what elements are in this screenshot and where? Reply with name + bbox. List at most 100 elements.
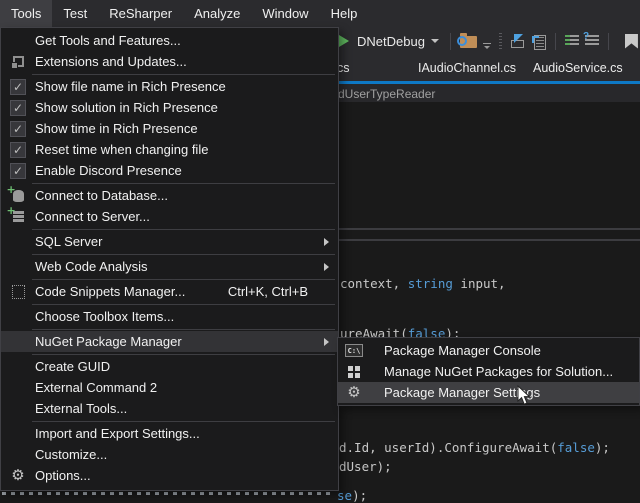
menu-item-label: SQL Server <box>35 234 102 249</box>
menu-item-label: Show solution in Rich Presence <box>35 100 218 115</box>
menu-item-manage-nuget-packages-for-solution[interactable]: Manage NuGet Packages for Solution... <box>338 361 639 382</box>
menu-item-gutter <box>1 211 35 223</box>
toolbar-separator <box>608 33 609 50</box>
menu-item-enable-discord-presence[interactable]: Enable Discord Presence <box>1 160 338 181</box>
menu-item-label: Customize... <box>35 447 107 462</box>
submenu-arrow-icon <box>324 263 338 271</box>
menu-item-label: Reset time when changing file <box>35 142 208 157</box>
menu-item-choose-toolbox-items[interactable]: Choose Toolbox Items... <box>1 306 338 327</box>
nav-pointer-icon[interactable] <box>510 34 526 49</box>
server-icon <box>13 211 24 223</box>
breadcrumb[interactable]: dUserTypeReader <box>338 87 435 101</box>
editor-divider-line <box>330 228 640 230</box>
menu-item-gutter <box>1 190 35 202</box>
tools-menu: Get Tools and Features... Extensions and… <box>0 27 339 491</box>
format-document-icon[interactable] <box>565 35 579 47</box>
gear-icon <box>346 385 362 401</box>
tab-audioservice-cs[interactable]: AudioService.cs <box>533 61 623 75</box>
code-line: se); <box>337 488 367 503</box>
snippet-icon <box>12 285 25 299</box>
menu-item-extensions-and-updates[interactable]: Extensions and Updates... <box>1 51 338 72</box>
menu-item-web-code-analysis[interactable]: Web Code Analysis <box>1 256 338 277</box>
menu-item-create-guid[interactable]: Create GUID <box>1 356 338 377</box>
menu-item-label: Package Manager Settings <box>370 385 540 400</box>
menu-item-show-file-name-in-rich-presence[interactable]: Show file name in Rich Presence <box>1 76 338 97</box>
menu-item-gutter <box>338 366 370 378</box>
menu-item-external-command-2[interactable]: External Command 2 <box>1 377 338 398</box>
database-icon <box>13 190 24 202</box>
menu-item-import-and-export-settings[interactable]: Import and Export Settings... <box>1 423 338 444</box>
gear-icon <box>10 468 26 484</box>
menu-item-package-manager-settings[interactable]: Package Manager Settings <box>338 382 639 403</box>
menu-item-label: Connect to Database... <box>35 188 168 203</box>
menu-item-label: External Command 2 <box>35 380 157 395</box>
menu-item-gutter <box>1 285 35 299</box>
menubar-item-label: Help <box>331 6 358 21</box>
menu-item-gutter <box>338 344 370 357</box>
menubar-item-label: Tools <box>11 6 41 21</box>
menu-item-get-tools-and-features[interactable]: Get Tools and Features... <box>1 30 338 51</box>
menu-item-label: Show time in Rich Presence <box>35 121 198 136</box>
menu-item-reset-time-when-changing-file[interactable]: Reset time when changing file <box>1 139 338 160</box>
menu-item-package-manager-console[interactable]: Package Manager Console <box>338 340 639 361</box>
run-config-label: DNetDebug <box>357 34 425 49</box>
code-line: d.Id, userId).ConfigureAwait(false); <box>339 440 610 455</box>
menu-item-label: Create GUID <box>35 359 110 374</box>
menu-item-show-solution-in-rich-presence[interactable]: Show solution in Rich Presence <box>1 97 338 118</box>
dashed-code-line <box>2 492 335 495</box>
menubar-item-label: ReSharper <box>109 6 172 21</box>
menu-item-label: Code Snippets Manager... <box>35 284 185 299</box>
find-in-files-icon[interactable] <box>460 36 477 48</box>
menubar-item-label: Test <box>63 6 87 21</box>
menu-item-label: Show file name in Rich Presence <box>35 79 226 94</box>
menu-item-label: Import and Export Settings... <box>35 426 200 441</box>
menu-item-show-time-in-rich-presence[interactable]: Show time in Rich Presence <box>1 118 338 139</box>
format-selection-icon[interactable] <box>585 35 599 47</box>
run-button[interactable]: DNetDebug <box>339 34 444 49</box>
menu-item-nuget-package-manager[interactable]: NuGet Package Manager <box>1 331 338 352</box>
chevron-down-icon[interactable] <box>431 39 439 43</box>
menu-item-gutter <box>1 121 35 137</box>
menu-item-connect-to-database[interactable]: Connect to Database... <box>1 185 338 206</box>
menu-item-label: Choose Toolbox Items... <box>35 309 174 324</box>
menubar-item-resharper[interactable]: ReSharper <box>98 0 183 27</box>
menu-item-external-tools[interactable]: External Tools... <box>1 398 338 419</box>
console-icon <box>345 344 363 357</box>
menu-item-label: Package Manager Console <box>370 343 541 358</box>
copy-structure-icon[interactable] <box>532 34 546 49</box>
mini-dropdown-icon[interactable] <box>483 43 491 49</box>
mouse-cursor <box>517 385 531 406</box>
menubar-item-test[interactable]: Test <box>52 0 98 27</box>
tab-iaudiochannel-cs[interactable]: IAudioChannel.cs <box>418 61 516 75</box>
bookmark-icon[interactable] <box>625 34 638 49</box>
code-line: context, string input, <box>340 276 506 291</box>
menu-item-label: Manage NuGet Packages for Solution... <box>370 364 613 379</box>
nuget-grid-icon <box>348 366 360 378</box>
code-line: dUser); <box>339 459 392 474</box>
menu-item-label: Connect to Server... <box>35 209 150 224</box>
menu-item-sql-server[interactable]: SQL Server <box>1 231 338 252</box>
menu-item-gutter <box>1 142 35 158</box>
toolbar-separator <box>450 33 451 50</box>
menu-item-code-snippets-manager[interactable]: Code Snippets Manager... Ctrl+K, Ctrl+B <box>1 281 338 302</box>
menubar-item-tools[interactable]: Tools <box>0 0 52 27</box>
menu-item-label: Get Tools and Features... <box>35 33 181 48</box>
menubar-item-window[interactable]: Window <box>251 0 319 27</box>
menu-item-gutter <box>1 468 35 484</box>
submenu-arrow-icon <box>324 238 338 246</box>
toolbar-separator <box>555 33 556 50</box>
menubar-item-help[interactable]: Help <box>320 0 369 27</box>
toolbar-icons <box>444 33 640 50</box>
menubar-item-label: Window <box>262 6 308 21</box>
menu-bar: Tools Test ReSharper Analyze Window Help <box>0 0 640 27</box>
menu-item-connect-to-server[interactable]: Connect to Server... <box>1 206 338 227</box>
checkmark-icon <box>10 79 26 95</box>
menu-item-label: Web Code Analysis <box>35 259 148 274</box>
menu-item-customize[interactable]: Customize... <box>1 444 338 465</box>
menu-item-options[interactable]: Options... <box>1 465 338 486</box>
breadcrumb-text: dUserTypeReader <box>338 87 435 101</box>
checkmark-icon <box>10 121 26 137</box>
menubar-item-analyze[interactable]: Analyze <box>183 0 251 27</box>
menu-item-label: Enable Discord Presence <box>35 163 182 178</box>
checkmark-icon <box>10 100 26 116</box>
